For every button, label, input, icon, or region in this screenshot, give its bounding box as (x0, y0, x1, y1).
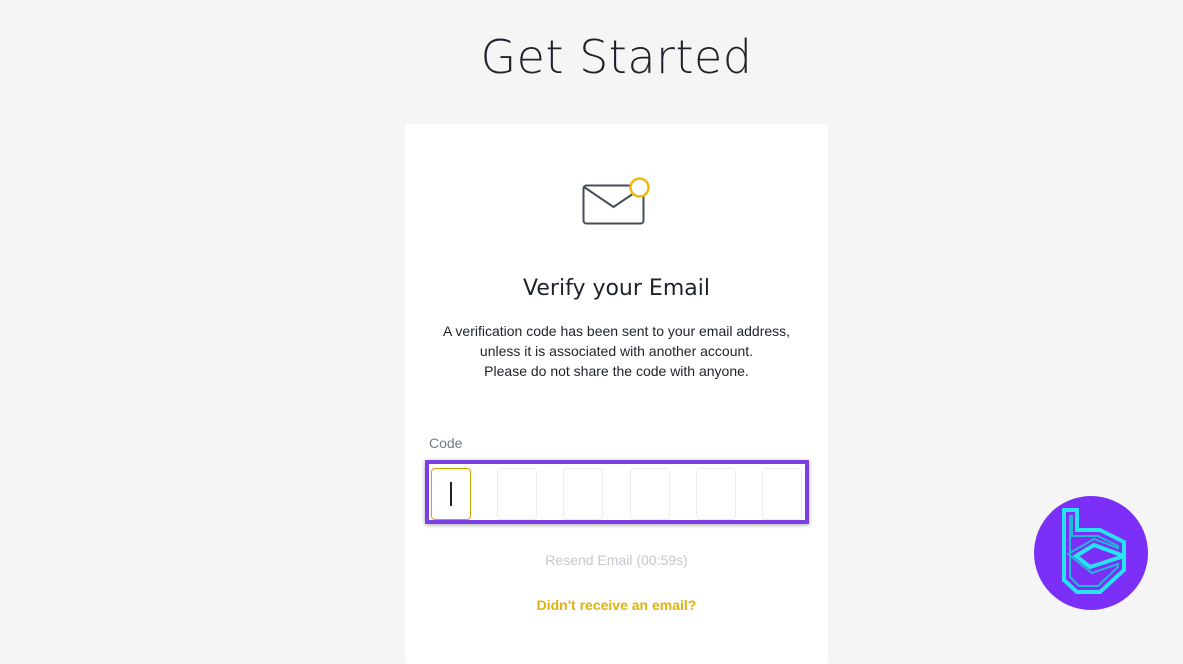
text-caret (450, 482, 452, 506)
description-line-3: Please do not share the code with anyone… (484, 363, 749, 379)
verify-email-heading: Verify your Email (523, 276, 710, 301)
code-digit-2[interactable] (497, 468, 537, 520)
resend-email-button[interactable]: Resend Email (00:59s) (405, 552, 828, 568)
code-digit-6[interactable] (762, 468, 802, 520)
verification-code-input-group (425, 460, 809, 524)
page-title: Get Started (480, 30, 753, 84)
didnt-receive-email-link[interactable]: Didn't receive an email? (405, 597, 828, 613)
code-digit-4[interactable] (630, 468, 670, 520)
code-label: Code (429, 435, 463, 451)
verification-description: A verification code has been sent to you… (405, 321, 828, 381)
description-line-1: A verification code has been sent to you… (442, 323, 791, 339)
brand-logo (1034, 496, 1148, 610)
verify-email-card: Verify your Email A verification code ha… (405, 124, 828, 664)
envelope-icon (582, 177, 650, 225)
code-digit-5[interactable] (696, 468, 736, 520)
description-line-2: unless it is associated with another acc… (479, 343, 754, 359)
code-digit-3[interactable] (563, 468, 603, 520)
brand-logo-icon (1062, 508, 1126, 594)
